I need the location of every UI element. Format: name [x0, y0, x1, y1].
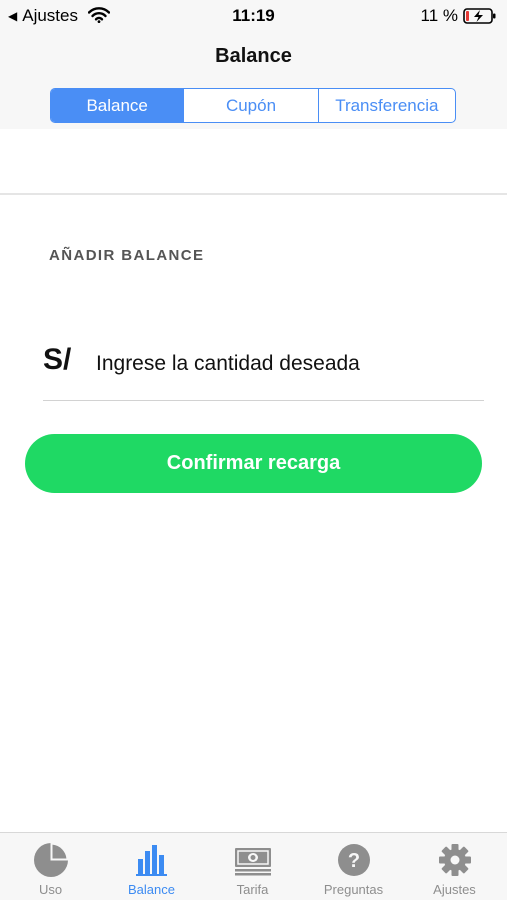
- pie-chart-icon: [32, 842, 70, 878]
- gear-icon: [436, 842, 474, 878]
- tab-label: Balance: [128, 882, 175, 897]
- section-title: AÑADIR BALANCE: [49, 247, 205, 264]
- segmented-control: Balance Cupón Transferencia: [50, 88, 456, 123]
- segment-transferencia[interactable]: Transferencia: [319, 89, 455, 122]
- currency-symbol: S/: [43, 343, 72, 376]
- tab-tarifa[interactable]: Tarifa: [202, 833, 303, 900]
- bar-chart-icon: [133, 842, 171, 878]
- amount-input[interactable]: [96, 342, 481, 386]
- tab-label: Preguntas: [323, 882, 384, 897]
- tab-label: Ajustes: [433, 882, 476, 897]
- tab-label: Tarifa: [236, 882, 269, 897]
- screen: ◀ Ajustes 11:19 11 % Balance Balance Cup…: [0, 0, 507, 900]
- tab-balance[interactable]: Balance: [101, 833, 202, 900]
- nav-header: Balance Balance Cupón Transferencia: [0, 32, 507, 129]
- page-title: Balance: [215, 45, 292, 67]
- tab-uso[interactable]: Uso: [0, 833, 101, 900]
- svg-text:?: ?: [347, 850, 359, 872]
- confirm-recharge-button[interactable]: Confirmar recarga: [25, 434, 482, 493]
- tab-label: Uso: [38, 882, 63, 897]
- segment-balance[interactable]: Balance: [51, 89, 185, 122]
- battery-percent: 11 %: [420, 6, 459, 25]
- banknote-icon: [234, 842, 272, 878]
- status-bar: ◀ Ajustes 11:19 11 %: [0, 0, 507, 32]
- tab-bar: Uso Balance Tarifa ? Preguntas Ajustes: [0, 832, 507, 900]
- section-divider: [0, 193, 507, 195]
- segment-cupon[interactable]: Cupón: [184, 89, 319, 122]
- tab-preguntas[interactable]: ? Preguntas: [303, 833, 404, 900]
- input-underline: [43, 400, 484, 401]
- tab-ajustes[interactable]: Ajustes: [404, 833, 505, 900]
- question-icon: ?: [335, 842, 373, 878]
- battery-charging-icon: [463, 8, 496, 24]
- battery-status: 11 %: [421, 6, 498, 26]
